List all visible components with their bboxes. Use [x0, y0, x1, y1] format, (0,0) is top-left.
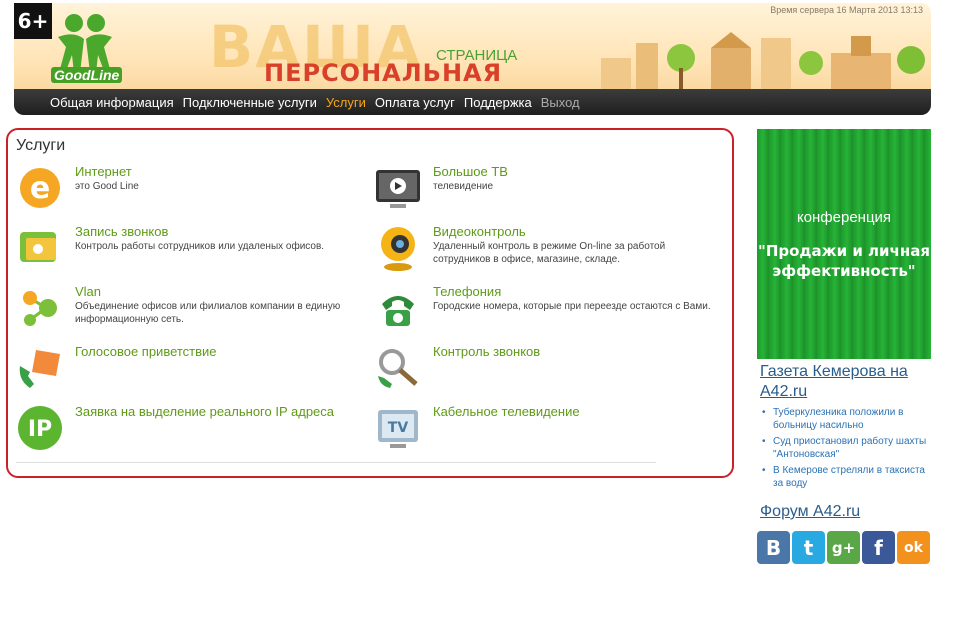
service-name[interactable]: Vlan — [75, 284, 101, 299]
call-recording-icon — [20, 232, 56, 262]
svg-text:IP: IP — [28, 417, 52, 442]
svg-text:TV: TV — [388, 420, 409, 436]
service-description: Объединение офисов или филиалов компании… — [75, 301, 341, 325]
service-description: Удаленный контроль в режиме On-line за р… — [433, 241, 666, 265]
age-rating-badge: 6+ — [14, 3, 52, 39]
ip-icon: IP — [18, 406, 62, 450]
site-header: GoodLine ВАША СТРАНИЦА ПЕРСОНАЛЬНАЯ Врем… — [14, 3, 931, 115]
twitter-icon[interactable]: t — [792, 531, 825, 564]
ad-line-2: "Продажи и личная эффективность" — [758, 242, 930, 280]
service-description: телевидение — [433, 181, 494, 192]
service-item[interactable]: TV Кабельное телевидение — [374, 404, 719, 460]
service-name[interactable]: Большое ТВ — [433, 164, 508, 179]
voice-greeting-icon — [19, 350, 60, 388]
news-section-title[interactable]: Газета Кемерова на A42.ru — [760, 362, 932, 402]
divider — [16, 462, 656, 463]
service-item[interactable]: Контроль звонков — [374, 344, 719, 400]
odnoklassniki-icon[interactable]: ok — [897, 531, 930, 564]
service-name[interactable]: Запись звонков — [75, 224, 168, 239]
facebook-icon[interactable]: f — [862, 531, 895, 564]
internet-icon: e — [20, 168, 60, 208]
conference-ad-banner[interactable]: конференция "Продажи и личная эффективно… — [757, 129, 931, 359]
service-item[interactable]: Запись звонков Контроль работы сотрудник… — [16, 224, 361, 280]
google-icon[interactable]: g+ — [827, 531, 860, 564]
service-item[interactable]: Телефония Городские номера, которые при … — [374, 284, 719, 340]
service-description: это Good Line — [75, 181, 139, 192]
ad-line-1: конференция — [796, 209, 892, 226]
server-time: Время сервера 16 Марта 2013 13:13 — [770, 5, 923, 15]
service-name[interactable]: Заявка на выделение реального IP адреса — [75, 404, 334, 419]
nav-logout[interactable]: Выход — [541, 95, 580, 110]
service-description: Городские номера, которые при переезде о… — [433, 301, 711, 312]
cable-tv-icon: TV — [378, 410, 418, 448]
nav-general-info[interactable]: Общая информация — [50, 95, 174, 110]
network-icon — [23, 291, 57, 326]
service-description: Контроль работы сотрудников или удаленых… — [75, 241, 325, 252]
forum-link[interactable]: Форум A42.ru — [760, 503, 860, 521]
service-name[interactable]: Голосовое приветствие — [75, 344, 217, 359]
svg-text:e: e — [30, 171, 50, 206]
news-item[interactable]: Туберкулезника положили в больницу насил… — [760, 406, 932, 432]
logo-text: GoodLine — [51, 67, 123, 83]
webcam-icon — [381, 227, 415, 271]
news-item[interactable]: Суд приостановил работу шахты "Антоновск… — [760, 435, 932, 461]
service-name[interactable]: Видеоконтроль — [433, 224, 526, 239]
service-item[interactable]: IP Заявка на выделение реального IP адре… — [16, 404, 361, 460]
service-item[interactable]: Большое ТВ телевидение — [374, 164, 719, 220]
phone-icon — [382, 296, 414, 326]
service-name[interactable]: Кабельное телевидение — [433, 404, 580, 419]
tv-monitor-icon — [376, 170, 420, 208]
service-name[interactable]: Интернет — [75, 164, 132, 179]
service-name[interactable]: Телефония — [433, 284, 501, 299]
service-item[interactable]: e Интернет это Good Line — [16, 164, 361, 220]
vk-icon[interactable]: В — [757, 531, 790, 564]
nav-connected-services[interactable]: Подключенные услуги — [183, 95, 317, 110]
news-list: Туберкулезника положили в больницу насил… — [760, 406, 932, 493]
nav-payment[interactable]: Оплата услуг — [375, 95, 455, 110]
banner-title: ПЕРСОНАЛЬНАЯ — [264, 59, 503, 87]
page-title: Услуги — [16, 137, 66, 154]
nav-services[interactable]: Услуги — [326, 95, 366, 110]
news-item[interactable]: В Кемерове стреляли в таксиста за воду — [760, 464, 932, 490]
social-buttons: В t g+ f ok — [757, 531, 930, 564]
call-control-icon — [378, 349, 418, 388]
service-item[interactable]: Видеоконтроль Удаленный контроль в режим… — [374, 224, 719, 280]
service-name[interactable]: Контроль звонков — [433, 344, 540, 359]
service-item[interactable]: Vlan Объединение офисов или филиалов ком… — [16, 284, 361, 340]
service-item[interactable]: Голосовое приветствие — [16, 344, 361, 400]
city-skyline-icon — [601, 32, 925, 96]
main-navigation: Общая информация Подключенные услуги Усл… — [14, 89, 931, 115]
services-panel: Услуги e Интернет это Good Line Большое … — [6, 128, 734, 478]
nav-support[interactable]: Поддержка — [464, 95, 532, 110]
